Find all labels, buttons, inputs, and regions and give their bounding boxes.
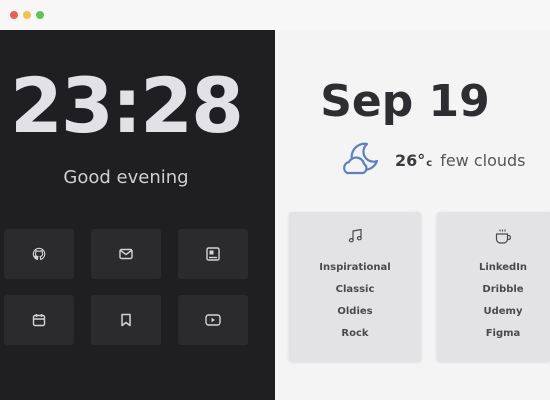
bookmark-icon (121, 313, 131, 327)
shortcut-github[interactable] (4, 229, 74, 279)
music-card: Inspirational Classic Oldies Rock (289, 212, 421, 361)
links-card: LinkedIn Dribble Udemy Figma (437, 212, 550, 361)
minimize-window-button[interactable] (23, 11, 31, 19)
weather-condition: few clouds (440, 150, 526, 170)
moon-cloud-icon (343, 142, 379, 175)
list-item[interactable]: Udemy (437, 305, 550, 327)
clock-time: 23:28 (10, 61, 244, 150)
shortcut-mail[interactable] (91, 229, 161, 279)
list-item[interactable]: Classic (289, 283, 421, 305)
shortcut-bookmark[interactable] (91, 295, 161, 345)
maximize-window-button[interactable] (36, 11, 44, 19)
info-panel: Sep 19 26°c few clouds Inspirational Cla… (275, 30, 550, 400)
window-titlebar (0, 0, 550, 30)
greeting-text: Good evening (63, 167, 189, 188)
github-icon (32, 247, 46, 260)
music-note-icon (348, 228, 362, 243)
list-item[interactable]: Oldies (289, 305, 421, 327)
clock-panel: 23:28 Good evening (0, 30, 275, 400)
coffee-cup-icon (495, 229, 512, 244)
shortcut-image[interactable] (178, 229, 248, 279)
temperature: 26°c (395, 151, 432, 170)
temperature-unit: c (426, 157, 433, 169)
temperature-value: 26° (395, 150, 426, 170)
list-item[interactable]: Rock (289, 327, 421, 349)
weather-widget: 26°c few clouds (341, 138, 526, 182)
image-icon (206, 247, 220, 261)
date-display: Sep 19 (320, 76, 490, 127)
music-list: Inspirational Classic Oldies Rock (289, 261, 421, 349)
browser-window: 23:28 Good evening Sep 19 26°c few cloud… (0, 0, 550, 400)
shortcut-calendar[interactable] (4, 295, 74, 345)
youtube-icon (205, 314, 221, 326)
calendar-icon (32, 314, 46, 327)
close-window-button[interactable] (10, 11, 18, 19)
list-item[interactable]: LinkedIn (437, 261, 550, 283)
list-item[interactable]: Figma (437, 327, 550, 349)
list-item[interactable]: Inspirational (289, 261, 421, 283)
links-list: LinkedIn Dribble Udemy Figma (437, 261, 550, 349)
list-item[interactable]: Dribble (437, 283, 550, 305)
mail-icon (119, 248, 133, 260)
shortcut-youtube[interactable] (178, 295, 248, 345)
